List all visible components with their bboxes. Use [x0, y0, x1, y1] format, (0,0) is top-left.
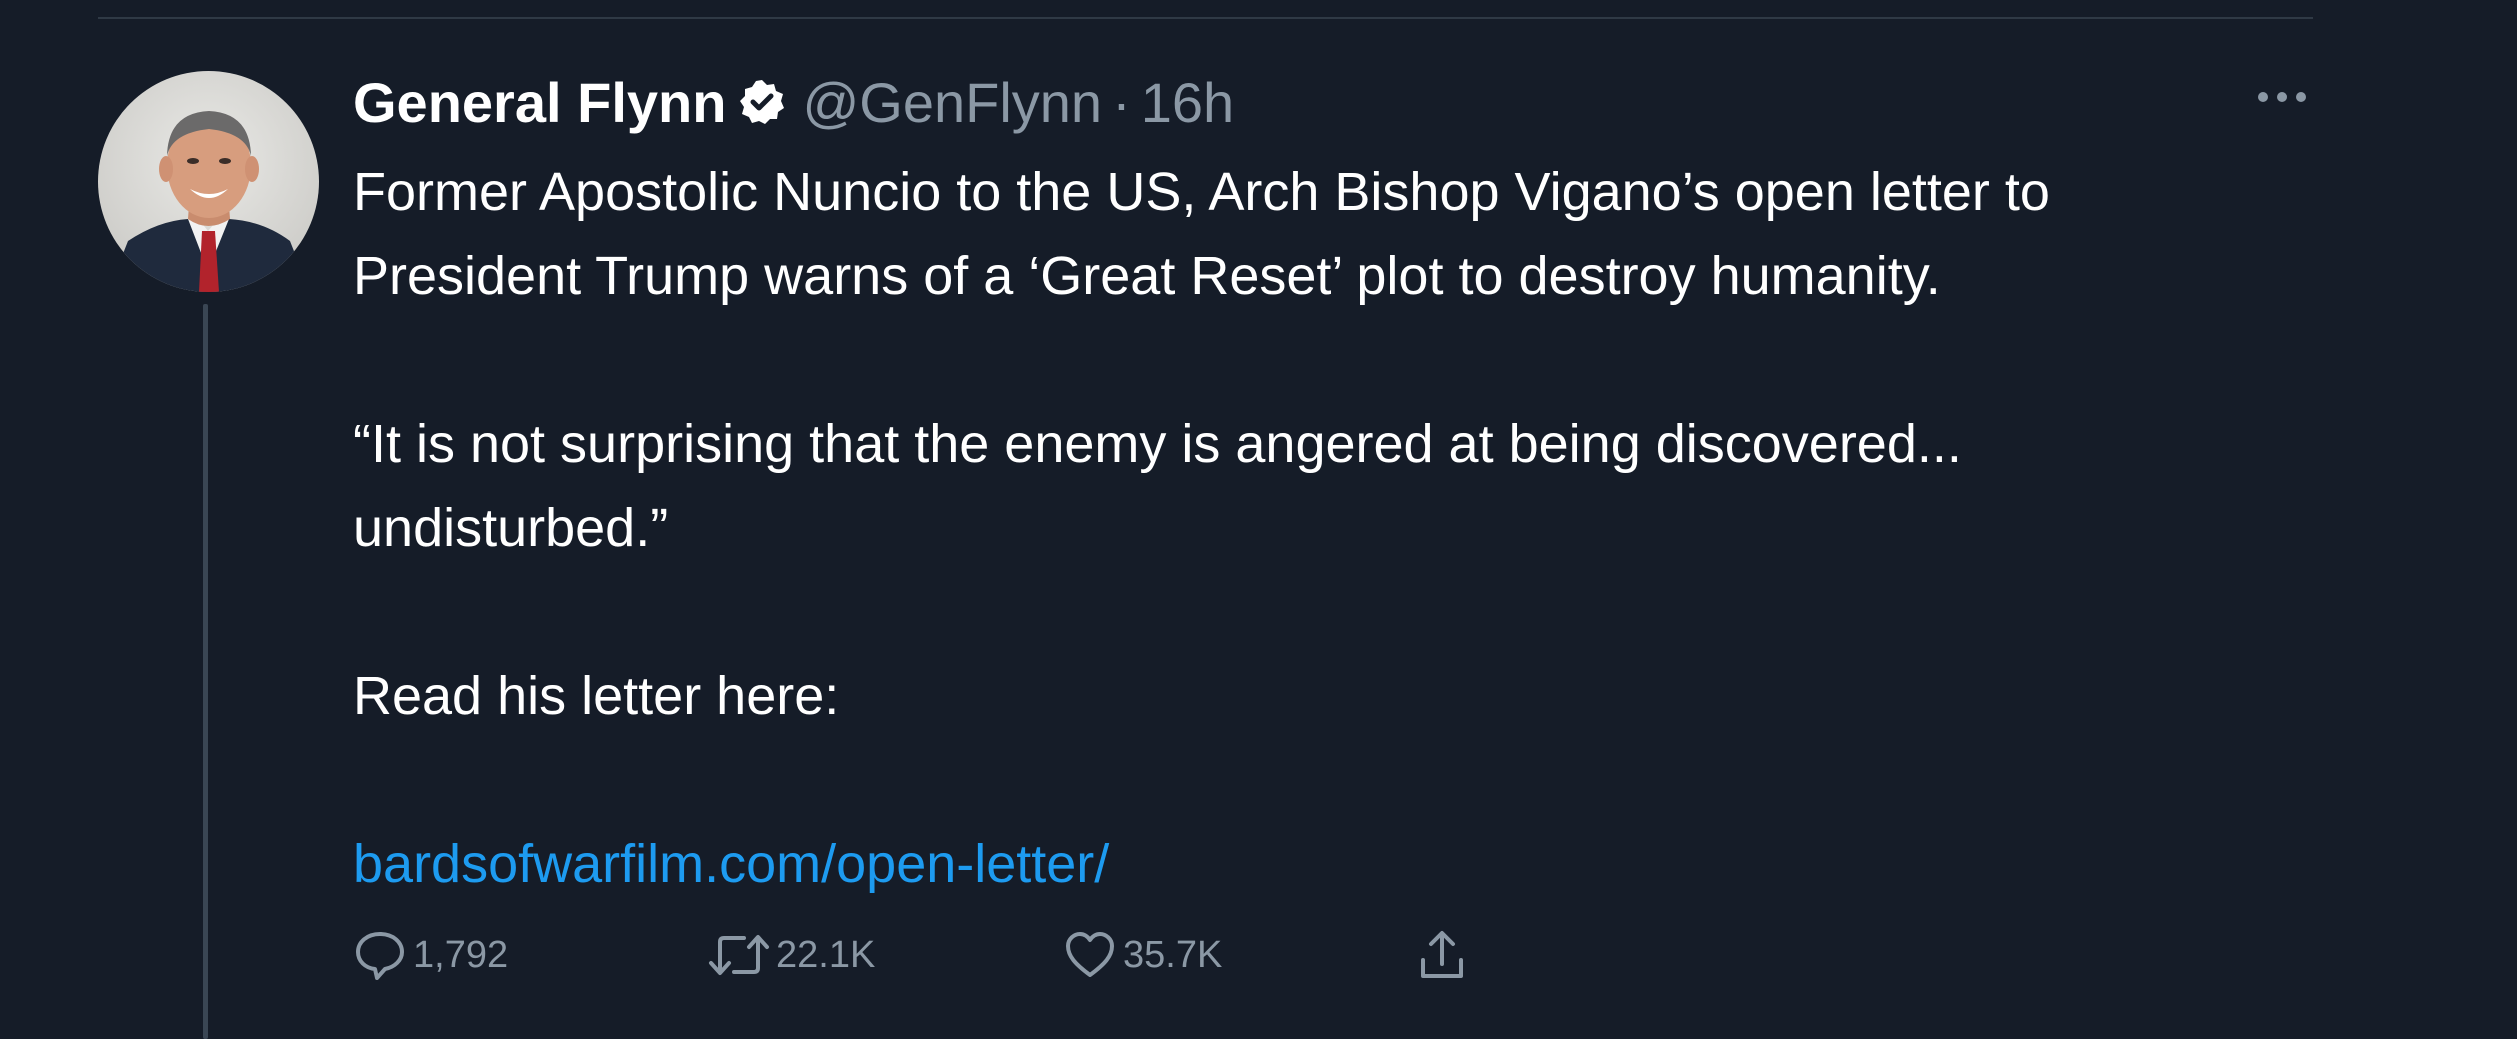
reply-button[interactable]: 1,792 [353, 925, 508, 985]
heart-icon [1063, 928, 1117, 982]
tweet-text-line: undisturbed.” [353, 498, 669, 558]
tweet-timestamp[interactable]: 16h [1141, 70, 1234, 135]
avatar-photo [98, 71, 319, 292]
like-count: 35.7K [1123, 933, 1223, 976]
avatar[interactable] [98, 71, 319, 292]
reply-count: 1,792 [413, 933, 509, 976]
retweet-count: 22.1K [776, 933, 876, 976]
top-divider [98, 17, 2313, 19]
tweet-text-line: President Trump warns of a ‘Great Reset’… [353, 246, 1941, 306]
tweet-screen: General Flynn @GenFlynn · 16h Former Apo… [0, 0, 2517, 1039]
author-display-name[interactable]: General Flynn [353, 70, 726, 135]
retweet-icon [708, 928, 770, 982]
tweet-text-line: Former Apostolic Nuncio to the US, Arch … [353, 162, 2050, 222]
tweet-actions-bar: 1,792 22.1K 35.7K [353, 925, 1553, 985]
separator-dot: · [1112, 70, 1131, 134]
tweet-header: General Flynn @GenFlynn · 16h [353, 62, 1234, 142]
tweet-text-line: Read his letter here: [353, 666, 840, 726]
tweet-text-line: “It is not surprising that the enemy is … [353, 414, 1962, 474]
reply-bubble-icon [353, 928, 407, 982]
author-handle[interactable]: @GenFlynn [802, 70, 1102, 135]
tweet-text: Former Apostolic Nuncio to the US, Arch … [353, 150, 2313, 906]
verified-badge-icon [738, 78, 786, 126]
like-button[interactable]: 35.7K [1063, 925, 1222, 985]
retweet-button[interactable]: 22.1K [708, 925, 875, 985]
tweet-link[interactable]: bardsofwarfilm.com/open-letter/ [353, 834, 1109, 894]
thread-connector-line [203, 304, 208, 1039]
share-button[interactable] [1415, 925, 1469, 985]
more-horizontal-icon[interactable] [2250, 72, 2314, 122]
share-upload-icon [1415, 928, 1469, 982]
